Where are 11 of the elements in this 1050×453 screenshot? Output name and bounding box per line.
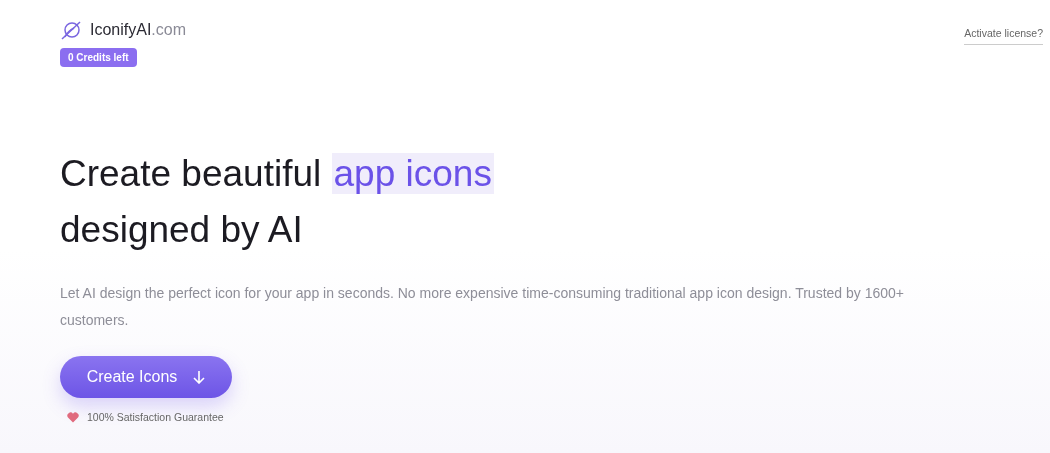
activate-license-link[interactable]: Activate license?: [964, 26, 1043, 45]
guarantee-text: 100% Satisfaction Guarantee: [87, 410, 224, 425]
arrow-down-icon: [193, 370, 206, 384]
create-icons-button[interactable]: Create Icons: [60, 356, 232, 398]
description: Let AI design the perfect icon for your app in seconds. No more expensive time-consuming traditional app icon design. Trusted by 1600+ customers.: [60, 284, 905, 330]
logo-text[interactable]: IconifyAI.com: [90, 18, 187, 42]
credits-badge: 0 Credits left: [60, 48, 137, 67]
headline: designed by AI: [60, 208, 304, 252]
headline: Create beautiful app icons: [60, 152, 495, 196]
heart-icon: [67, 412, 79, 424]
logo-icon: [60, 20, 82, 40]
